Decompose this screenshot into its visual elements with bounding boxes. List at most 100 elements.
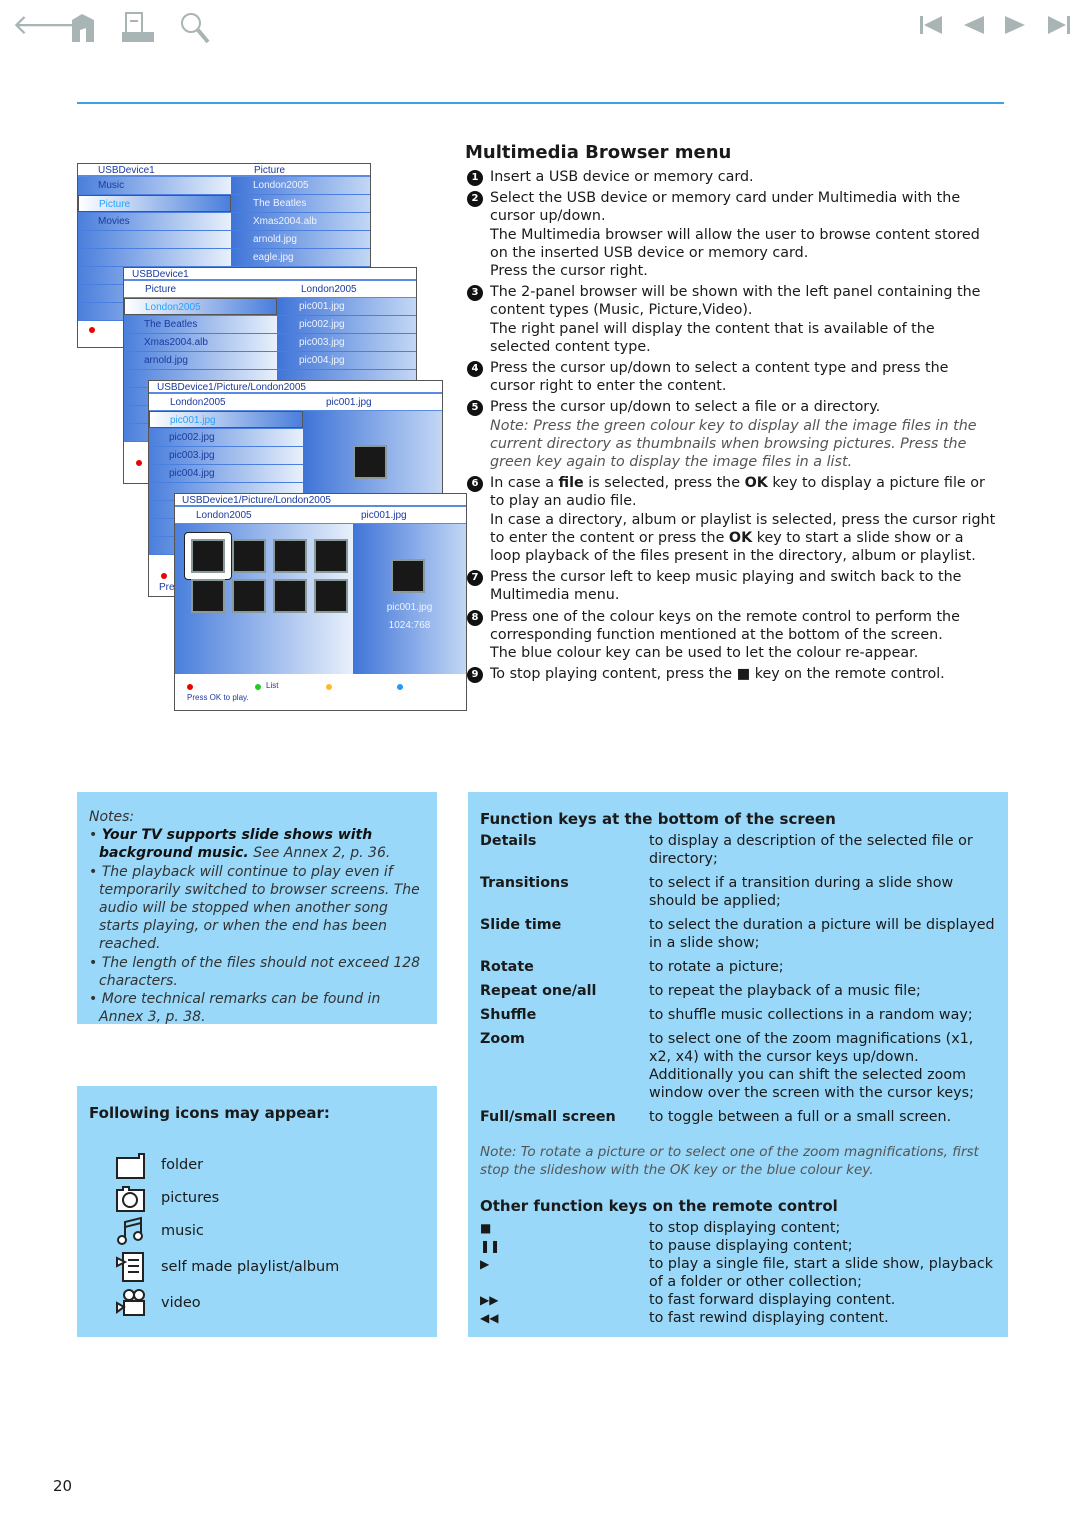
preview-thumbnail — [353, 445, 387, 479]
list-row[interactable]: arnold.jpg pic004.jpg — [124, 352, 416, 370]
function-key-row: Details to display a description of the s… — [480, 832, 996, 868]
right-item[interactable]: London2005 — [231, 180, 309, 191]
step-number-badge: 8 — [467, 609, 483, 626]
home-icon[interactable] — [70, 12, 96, 42]
right-item[interactable]: pic002.jpg — [277, 319, 345, 330]
left-item[interactable]: Xmas2004.alb — [124, 337, 208, 348]
list-row[interactable]: London2005 pic001.jpg — [124, 298, 416, 316]
thumbnail[interactable] — [273, 539, 307, 573]
list-row[interactable]: The Beatles pic002.jpg — [124, 316, 416, 334]
remote-key-row: ◀◀ to fast rewind displaying content. — [480, 1309, 996, 1327]
list-row[interactable]: pic004.jpg — [149, 465, 303, 483]
thumbnail[interactable] — [314, 539, 348, 573]
right-item[interactable]: pic003.jpg — [277, 337, 345, 348]
function-key-name: Repeat one/all — [480, 983, 597, 999]
right-item[interactable]: The Beatles — [231, 198, 306, 209]
remote-key-desc: to fast rewind displaying content. — [649, 1310, 889, 1326]
list-row[interactable]: Picture The Beatles — [78, 195, 370, 213]
left-item[interactable]: pic001.jpg — [150, 415, 216, 426]
note-text: The playback will continue to play even … — [99, 863, 420, 953]
thumbnail[interactable] — [314, 579, 348, 613]
function-key-desc: to toggle between a full or a small scre… — [649, 1109, 952, 1125]
note-item: • The playback will continue to play eve… — [89, 863, 420, 953]
list-row[interactable]: pic001.jpg — [149, 411, 303, 429]
list-row[interactable]: eagle.jpg — [78, 249, 370, 267]
header-right: Picture — [254, 165, 286, 176]
left-item[interactable]: Music — [78, 180, 124, 191]
step-9: 9 To stop playing content, press the ■ ke… — [467, 665, 997, 684]
icons-box: Following icons may appear: folder pictu… — [77, 1086, 437, 1337]
step-text-bold: file — [558, 475, 584, 492]
note-item: • Your TV supports slide shows with back… — [89, 827, 391, 862]
list-row[interactable]: arnold.jpg — [78, 231, 370, 249]
footer-text: Press OK to play. — [187, 693, 249, 702]
thumbnail[interactable] — [191, 579, 225, 613]
list-row[interactable]: Movies Xmas2004.alb — [78, 213, 370, 231]
header: USBDevice1 — [124, 268, 416, 281]
music-note-icon — [117, 1216, 143, 1245]
first-page-icon[interactable] — [920, 16, 942, 38]
play-icon: ▶ — [480, 1257, 490, 1271]
icon-item-folder: folder — [115, 1149, 425, 1181]
icon-label: video — [161, 1295, 201, 1311]
remote-key-row: ▶ to play a single file, start a slide sh… — [480, 1255, 996, 1291]
step-text: Insert a USB device or memory card. — [490, 169, 754, 185]
notes-box: Notes: • Your TV supports slide shows wi… — [77, 792, 437, 1026]
list-row[interactable]: Xmas2004.alb pic003.jpg — [124, 334, 416, 352]
right-item[interactable]: pic001.jpg — [277, 301, 345, 312]
left-item[interactable]: arnold.jpg — [124, 355, 188, 366]
left-item[interactable]: Movies — [78, 216, 130, 227]
blue-key-dot — [397, 684, 403, 690]
left-item[interactable]: The Beatles — [124, 319, 197, 330]
previous-page-icon[interactable] — [964, 16, 984, 38]
green-key-dot — [255, 684, 261, 690]
thumbnail[interactable] — [232, 539, 266, 573]
icon-label: folder — [161, 1157, 204, 1173]
left-item[interactable]: pic004.jpg — [149, 468, 215, 479]
list-row[interactable]: Music London2005 — [78, 177, 370, 195]
note-text: More technical remarks can be found in A… — [99, 991, 381, 1026]
right-item[interactable]: Xmas2004.alb — [231, 216, 317, 227]
thumbnail[interactable] — [232, 579, 266, 613]
function-key-desc: to repeat the playback of a music file; — [649, 983, 921, 999]
remote-key-row: ❚❚ to pause displaying content; — [480, 1237, 996, 1255]
red-key-dot — [187, 684, 193, 690]
function-keys-title: Function keys at the bottom of the scree… — [480, 810, 836, 828]
left-item[interactable] — [78, 252, 98, 263]
note-text: The length of the files should not excee… — [99, 954, 421, 989]
left-item[interactable]: pic002.jpg — [149, 432, 215, 443]
step-number-badge: 9 — [467, 667, 483, 684]
function-key-name: Full/small screen — [480, 1109, 616, 1125]
note-item: • More technical remarks can be found in… — [89, 991, 381, 1026]
icon-item-music: music — [115, 1215, 425, 1247]
function-keys-box: Function keys at the bottom of the scree… — [468, 792, 1008, 1337]
steps-list: 1 Insert a USB device or memory card. 2 Sel… — [467, 168, 997, 686]
right-item[interactable]: pic004.jpg — [277, 355, 345, 366]
step-1: 1 Insert a USB device or memory card. — [467, 168, 997, 186]
red-key-dot — [136, 460, 142, 466]
list-row[interactable]: pic003.jpg — [149, 447, 303, 465]
left-item[interactable]: London2005 — [125, 302, 201, 313]
left-item[interactable]: Picture — [79, 199, 130, 210]
remote-key-desc: to pause displaying content; — [649, 1238, 853, 1254]
last-page-icon[interactable] — [1048, 16, 1070, 38]
right-item[interactable]: eagle.jpg — [231, 252, 294, 263]
step-2: 2 Select the USB device or memory card un… — [467, 189, 997, 280]
header-rule — [77, 102, 1004, 104]
right-item[interactable]: arnold.jpg — [231, 234, 297, 245]
next-page-icon[interactable] — [1005, 16, 1025, 38]
list-row[interactable]: pic002.jpg — [149, 429, 303, 447]
footer-text: Pre — [159, 582, 175, 593]
step-number-badge: 4 — [467, 361, 483, 378]
icon-label: music — [161, 1223, 204, 1239]
thumbnail[interactable] — [273, 579, 307, 613]
search-icon[interactable] — [180, 12, 212, 44]
remote-key-desc: to stop displaying content; — [649, 1220, 841, 1236]
thumbnail-grid — [175, 524, 353, 674]
print-icon[interactable] — [122, 12, 154, 42]
function-key-row: Shuffle to shuffle music collections in a… — [480, 1006, 996, 1024]
ok-key-text: OK — [728, 529, 753, 546]
thumbnail[interactable] — [191, 539, 225, 573]
left-item[interactable] — [78, 234, 98, 245]
left-item[interactable]: pic003.jpg — [149, 450, 215, 461]
